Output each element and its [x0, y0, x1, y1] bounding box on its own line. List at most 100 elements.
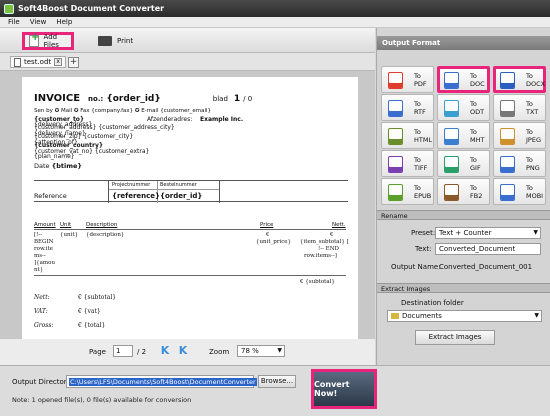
- nett-label: Nett:: [34, 294, 50, 301]
- format-name-label: RTF: [414, 108, 426, 116]
- chevron-down-icon: ▼: [534, 312, 539, 319]
- row-amount-line-2: BEGIN: [34, 239, 54, 245]
- format-to-label: To: [470, 184, 477, 192]
- subtotal-line: € {subtotal}: [300, 279, 335, 285]
- format-gif-button[interactable]: To GIF: [437, 150, 490, 177]
- zoom-label: Zoom: [209, 348, 230, 356]
- format-name-label: FB2: [470, 192, 483, 200]
- row-price: {unit_price}: [256, 239, 292, 245]
- format-to-label: To: [526, 128, 533, 136]
- png-file-icon: [500, 156, 515, 173]
- close-tab-icon[interactable]: x: [54, 58, 63, 66]
- destination-folder-select[interactable]: Documents ▼: [387, 310, 542, 322]
- print-button[interactable]: Print: [94, 32, 137, 50]
- format-to-label: To: [414, 72, 421, 80]
- add-files-button[interactable]: Add Files: [22, 32, 74, 50]
- zoom-select[interactable]: 78 % ▼: [237, 345, 285, 357]
- gross-value: € {total}: [78, 322, 106, 329]
- mobi-file-icon: [500, 184, 515, 201]
- menu-file[interactable]: File: [8, 18, 20, 26]
- format-docx-button[interactable]: To DOCX: [493, 66, 546, 93]
- tab-test-odt[interactable]: test.odt x: [10, 56, 67, 68]
- tiff-file-icon: [388, 156, 403, 173]
- convert-now-button[interactable]: Convert Now!: [311, 369, 377, 409]
- previous-page-icon[interactable]: K: [176, 344, 190, 358]
- totals-block: Nett: € {subtotal} VAT: € {vat} Gross: €…: [34, 294, 348, 339]
- rtf-file-icon: [388, 100, 403, 117]
- reference-label: Reference: [34, 192, 67, 200]
- format-name-label: TIFF: [414, 164, 428, 172]
- output-name-value: Converted_Document_001: [439, 263, 533, 271]
- gross-label: Gross:: [34, 322, 54, 329]
- page-number-input[interactable]: 1: [113, 345, 133, 357]
- row-amount-line-1: [!--: [34, 232, 43, 238]
- invoice-page-total: / 0: [243, 95, 253, 103]
- extract-images-header: Extract Images: [377, 283, 550, 293]
- add-file-icon: [29, 32, 39, 47]
- format-to-label: To: [526, 156, 533, 164]
- col-nett: Nett.: [332, 222, 346, 228]
- browse-button[interactable]: Browse...: [258, 375, 296, 388]
- menu-view[interactable]: View: [30, 18, 47, 26]
- format-html-button[interactable]: To HTML: [381, 122, 434, 149]
- format-tiff-button[interactable]: To TIFF: [381, 150, 434, 177]
- format-to-label: To: [526, 72, 533, 80]
- first-page-icon[interactable]: K: [158, 344, 172, 358]
- sent-by-line: Sen by ✪ Mail ✪ Fax {company.fax} ✪ E-ma…: [34, 108, 212, 114]
- toolbar: Add Files Print: [0, 28, 375, 53]
- menu-help[interactable]: Help: [56, 18, 72, 26]
- date-line: Date {btime}: [34, 162, 348, 170]
- format-rtf-button[interactable]: To RTF: [381, 94, 434, 121]
- output-name-label: Output Name:: [391, 263, 441, 271]
- extract-images-button[interactable]: Extract Images: [415, 330, 495, 345]
- format-name-label: TXT: [526, 108, 539, 116]
- format-doc-button[interactable]: To DOC: [437, 66, 490, 93]
- format-mht-button[interactable]: To MHT: [437, 122, 490, 149]
- row-amount-line-4: ms--: [34, 253, 46, 259]
- format-jpeg-button[interactable]: To JPEG: [493, 122, 546, 149]
- format-name-label: EPUB: [414, 192, 432, 200]
- row-unit: {unit}: [60, 232, 79, 238]
- format-name-label: JPEG: [526, 136, 541, 144]
- format-name-label: DOCX: [526, 80, 546, 88]
- format-name-label: PNG: [526, 164, 540, 172]
- right-panel: Output Format To PDF To DOC To DOCX To RTF To ODT…: [376, 28, 550, 365]
- format-epub-button[interactable]: To EPUB: [381, 178, 434, 205]
- chevron-down-icon: ▼: [533, 229, 538, 236]
- add-tab-button[interactable]: +: [68, 57, 79, 68]
- date-label: Date: [34, 162, 50, 170]
- document-preview[interactable]: INVOICE no.: {order_id} blad 1 / 0 Sen b…: [0, 71, 375, 339]
- format-to-label: To: [414, 184, 421, 192]
- doc-file-icon: [444, 72, 459, 89]
- format-png-button[interactable]: To PNG: [493, 150, 546, 177]
- printer-icon: [98, 36, 112, 46]
- txt-file-icon: [500, 100, 515, 117]
- format-name-label: GIF: [470, 164, 481, 172]
- file-icon: [14, 57, 21, 67]
- row-amount-line-5: ]{amou: [34, 260, 55, 266]
- format-fb2-button[interactable]: To FB2: [437, 178, 490, 205]
- format-mobi-button[interactable]: To MOBI: [493, 178, 546, 205]
- format-txt-button[interactable]: To TXT: [493, 94, 546, 121]
- tab-file-name: test.odt: [24, 58, 52, 66]
- app-icon: [4, 3, 14, 14]
- document-page: INVOICE no.: {order_id} blad 1 / 0 Sen b…: [22, 77, 358, 339]
- output-format-header: Output Format: [377, 36, 550, 50]
- col-description: Description: [86, 222, 118, 228]
- format-pdf-button[interactable]: To PDF: [381, 66, 434, 93]
- jpeg-file-icon: [500, 128, 515, 145]
- invoice-no-label: no.:: [88, 95, 104, 103]
- ref-col-bestelnummer: Bestelnummer: [160, 182, 197, 188]
- chevron-down-icon: ▼: [277, 347, 282, 354]
- date-value: {btime}: [51, 162, 83, 170]
- page-navigation-bar: Page 1 / 2 K K Zoom 78 % ▼: [0, 339, 375, 365]
- row-nett: {item_subtotal} [: [300, 239, 349, 245]
- preset-select[interactable]: Text + Counter ▼: [435, 227, 541, 239]
- col-price: Price: [260, 222, 274, 228]
- format-to-label: To: [414, 128, 421, 136]
- output-directory-input[interactable]: C:\Users\LFS\Documents\Soft4Boost\Docume…: [66, 375, 257, 388]
- text-input[interactable]: Converted_Document: [435, 243, 541, 255]
- html-file-icon: [388, 128, 403, 145]
- plan-name: {plan_name}: [34, 153, 75, 160]
- format-odt-button[interactable]: To ODT: [437, 94, 490, 121]
